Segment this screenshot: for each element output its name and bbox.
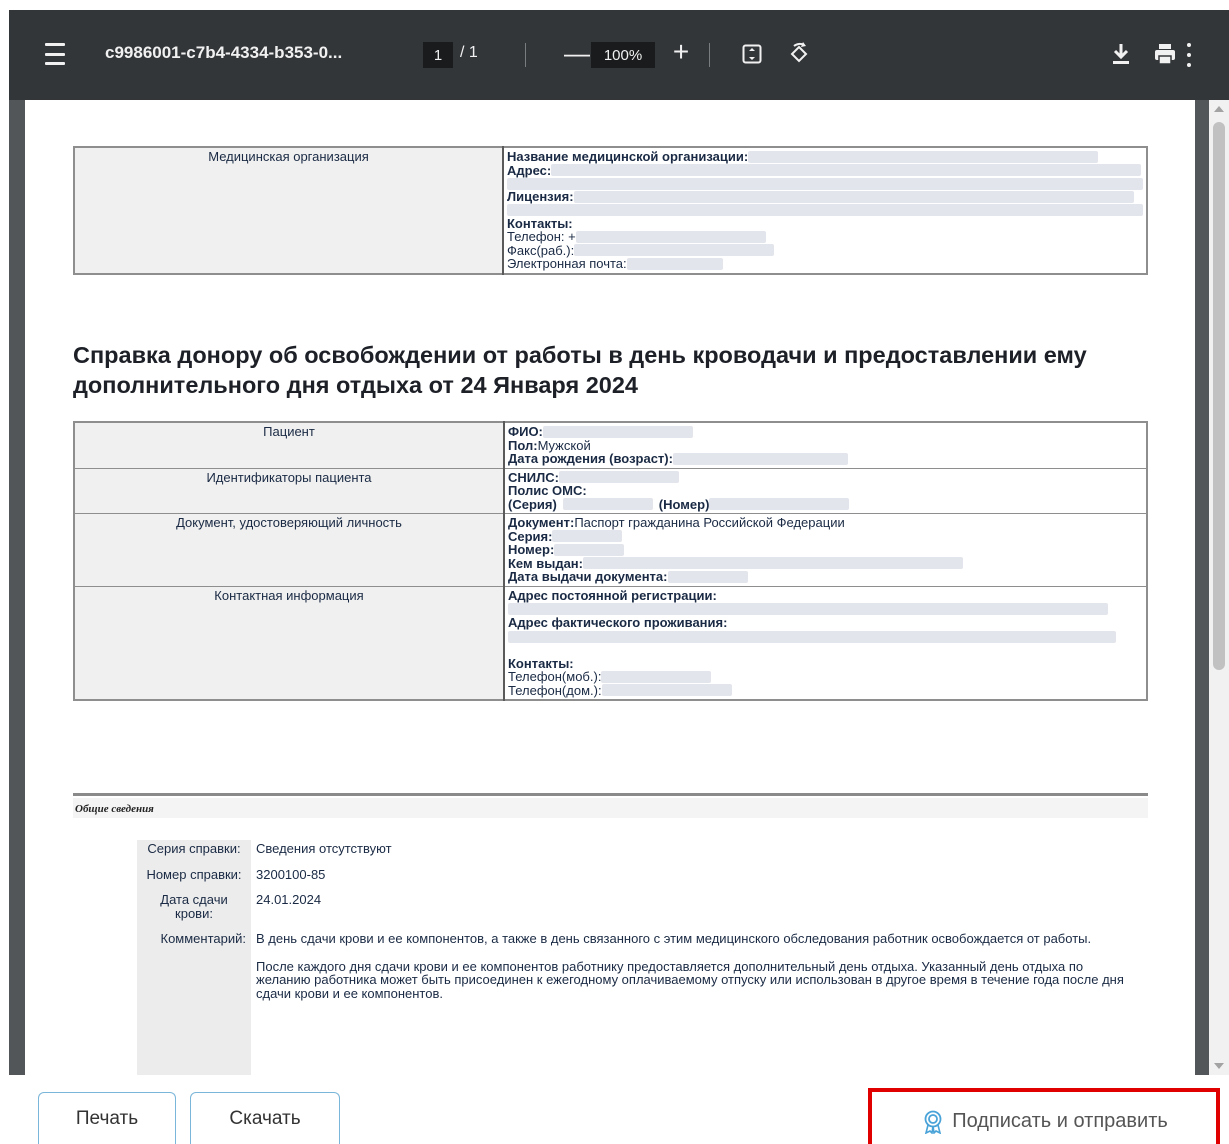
org-label: Медицинская организация bbox=[73, 146, 504, 274]
table-row: Серия справки: Сведения отсутствуют bbox=[137, 840, 1137, 866]
cert-number-key: Номер справки: bbox=[137, 865, 251, 891]
document-type-label: Документ: bbox=[508, 515, 575, 530]
sex-value: Мужской bbox=[537, 437, 591, 453]
patient-contacts-label: Контакты: bbox=[508, 655, 574, 671]
document-id-label: Документ, удостоверяющий личность bbox=[73, 513, 505, 587]
sex-label: Пол: bbox=[508, 437, 538, 453]
org-address-label: Адрес: bbox=[507, 162, 552, 178]
scroll-up-arrow[interactable] bbox=[1214, 106, 1224, 112]
document-type-value: Паспорт гражданина Российской Федерации bbox=[574, 515, 845, 530]
patient-label: Пациент bbox=[73, 421, 505, 469]
contact-info-details: Адрес постоянной регистрации: Адрес факт… bbox=[503, 585, 1148, 701]
download-icon[interactable] bbox=[1110, 42, 1132, 66]
comment-key: Комментарий: bbox=[137, 930, 251, 1075]
zoom-in-icon[interactable]: + bbox=[669, 36, 693, 68]
document-id-details: Документ: Паспорт гражданина Российской … bbox=[503, 513, 1148, 587]
menu-icon[interactable] bbox=[42, 43, 68, 65]
sign-and-send-button[interactable]: Подписать и отправить bbox=[886, 1099, 1204, 1144]
rotate-icon[interactable] bbox=[787, 42, 811, 66]
viewer-toolbar: c9986001-c7b4-4334-b353-0... 1 / 1 — 100… bbox=[9, 10, 1229, 100]
home-phone-label: Телефон(дом.): bbox=[508, 682, 602, 698]
doc-number-label: Номер: bbox=[508, 542, 555, 557]
page-total: / 1 bbox=[460, 44, 478, 61]
fact-address-label: Адрес фактического проживания: bbox=[508, 615, 728, 630]
print-icon[interactable] bbox=[1153, 42, 1177, 66]
series-label: (Серия) bbox=[508, 496, 557, 512]
org-details: Название медицинской организации: Адрес:… bbox=[502, 146, 1148, 274]
pdf-page: Медицинская организация Название медицин… bbox=[25, 100, 1195, 1075]
patient-details: ФИО: Пол: Мужской Дата рождения (возраст… bbox=[503, 421, 1148, 469]
page-number-input[interactable]: 1 bbox=[423, 42, 453, 68]
general-info-table: Серия справки: Сведения отсутствуют Номе… bbox=[137, 840, 1137, 1075]
document-file-name: c9986001-c7b4-4334-b353-0... bbox=[105, 43, 343, 62]
zoom-out-icon[interactable]: — bbox=[564, 38, 590, 69]
print-button[interactable]: Печать bbox=[38, 1092, 176, 1144]
pdf-viewer: c9986001-c7b4-4334-b353-0... 1 / 1 — 100… bbox=[9, 10, 1229, 1075]
snils-label: СНИЛС: bbox=[508, 469, 559, 485]
sign-and-send-label: Подписать и отправить bbox=[952, 1110, 1168, 1132]
org-name-label: Название медицинской организации: bbox=[507, 149, 749, 164]
more-icon[interactable] bbox=[1183, 43, 1195, 67]
scrollbar[interactable] bbox=[1209, 100, 1229, 1075]
document-title: Справка донору об освобождении от работы… bbox=[73, 342, 1087, 398]
fit-page-icon[interactable] bbox=[742, 44, 762, 64]
scroll-thumb[interactable] bbox=[1213, 122, 1225, 670]
donation-date-key: Дата сдачи крови: bbox=[137, 891, 251, 930]
certificate-icon bbox=[924, 1110, 942, 1134]
toolbar-divider bbox=[709, 43, 710, 67]
scroll-down-arrow[interactable] bbox=[1214, 1063, 1224, 1069]
patient-table: Пациент ФИО: Пол: Мужской Дата рождения … bbox=[73, 421, 1148, 701]
table-row: Номер справки: 3200100-85 bbox=[137, 865, 1137, 891]
donation-date-value: 24.01.2024 bbox=[256, 892, 322, 907]
mobile-label: Телефон(моб.): bbox=[508, 669, 602, 684]
download-button[interactable]: Скачать bbox=[190, 1092, 340, 1144]
ids-label: Идентификаторы пациента bbox=[73, 467, 505, 514]
org-contacts-label: Контакты: bbox=[507, 215, 573, 231]
cert-series-value: Сведения отсутствуют bbox=[256, 841, 392, 856]
cert-number-value: 3200100-85 bbox=[256, 866, 326, 882]
dob-label: Дата рождения (возраст): bbox=[508, 451, 673, 466]
ids-details: СНИЛС: Полис ОМС: (Серия) (Номер) bbox=[503, 467, 1148, 514]
cert-series-key: Серия справки: bbox=[137, 840, 251, 866]
org-fax-label: Факс(раб.): bbox=[507, 242, 575, 258]
org-email-label: Электронная почта: bbox=[507, 256, 627, 271]
table-row: Дата сдачи крови: 24.01.2024 bbox=[137, 891, 1137, 930]
reg-address-label: Адрес постоянной регистрации: bbox=[508, 587, 717, 603]
section-title: Общие сведения bbox=[73, 798, 1148, 818]
zoom-level-input[interactable]: 100% bbox=[591, 42, 655, 68]
section-divider bbox=[73, 793, 1148, 796]
number-label: (Номер) bbox=[658, 496, 710, 512]
fio-label: ФИО: bbox=[508, 424, 543, 439]
organization-table: Медицинская организация Название медицин… bbox=[73, 146, 1148, 275]
oms-label: Полис ОМС: bbox=[508, 483, 587, 498]
table-row: Комментарий: В день сдачи крови и ее ком… bbox=[137, 930, 1137, 1075]
org-phone-label: Телефон: + bbox=[507, 229, 576, 244]
issue-date-label: Дата выдачи документа: bbox=[508, 569, 668, 584]
doc-series-label: Серия: bbox=[508, 528, 553, 544]
org-license-label: Лицензия: bbox=[507, 189, 574, 204]
comment-paragraph: В день сдачи крови и ее компонентов, а т… bbox=[256, 931, 1092, 946]
comment-value: В день сдачи крови и ее компонентов, а т… bbox=[251, 930, 1137, 1075]
toolbar-divider bbox=[525, 43, 526, 67]
contact-info-label: Контактная информация bbox=[73, 585, 505, 701]
comment-paragraph: После каждого дня сдачи крови и ее компо… bbox=[256, 958, 1124, 1001]
issued-by-label: Кем выдан: bbox=[508, 555, 583, 571]
